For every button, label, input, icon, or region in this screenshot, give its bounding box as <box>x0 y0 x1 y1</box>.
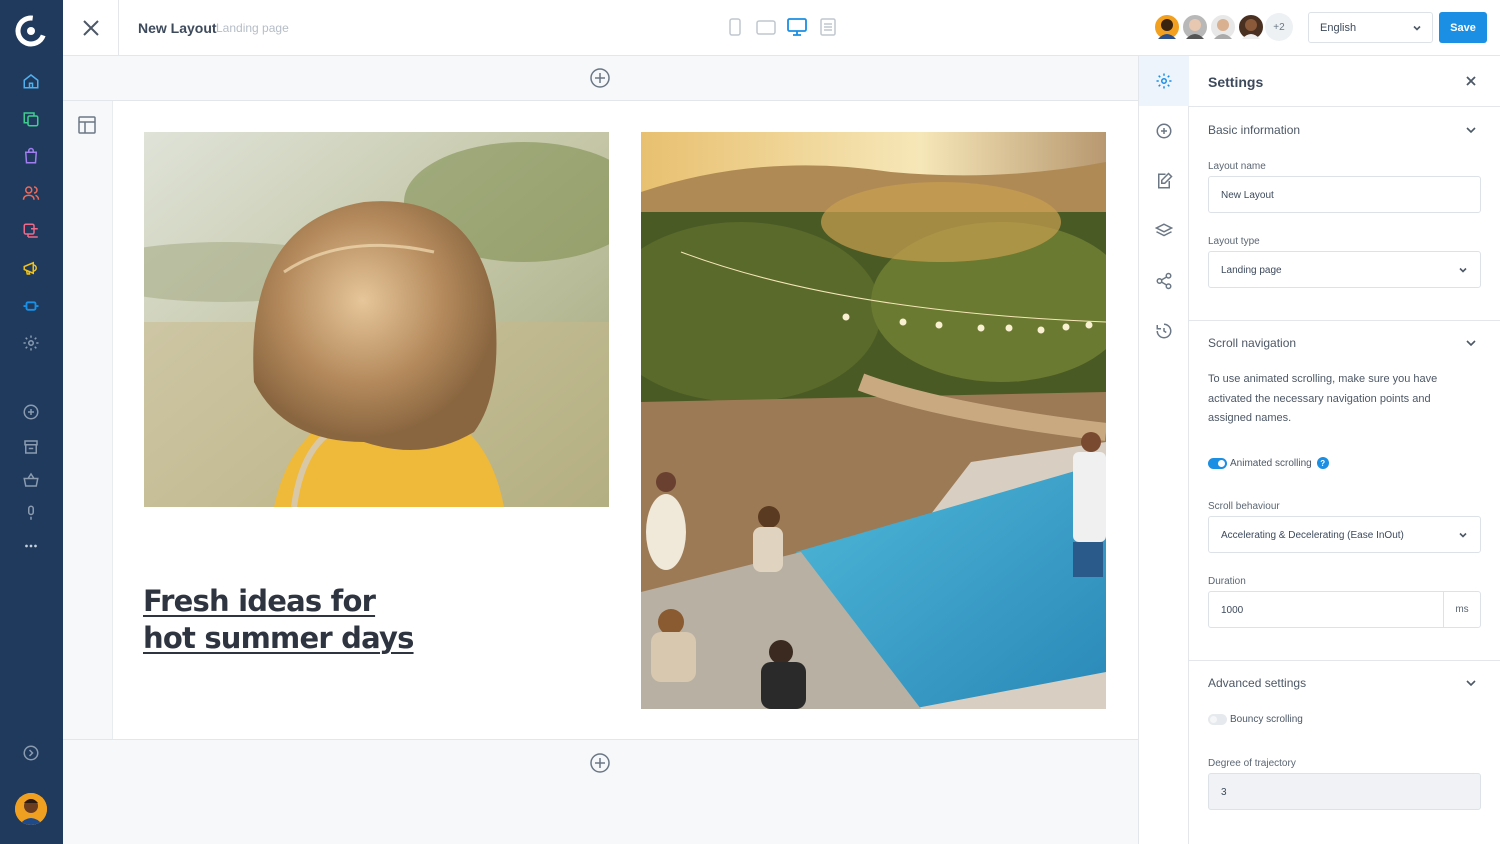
scroll-behaviour-select[interactable]: Accelerating & Decelerating (Ease InOut) <box>1208 516 1481 553</box>
chevron-down-icon <box>1459 532 1467 538</box>
headline-line-2: hot summer days <box>143 621 414 655</box>
trajectory-input: 3 <box>1208 773 1481 810</box>
user-avatar[interactable] <box>15 793 47 825</box>
duration-label: Duration <box>1208 576 1246 587</box>
users-icon[interactable] <box>19 181 43 205</box>
pages-icon[interactable] <box>19 107 43 131</box>
close-editor-button[interactable] <box>63 0 119 55</box>
help-icon[interactable]: ? <box>1316 457 1329 469</box>
shopping-bag-icon[interactable] <box>19 144 43 168</box>
layers-icon <box>1155 223 1173 237</box>
divider <box>1189 320 1500 321</box>
history-icon <box>1156 323 1172 339</box>
layout-type-subtitle: Landing page <box>216 21 289 35</box>
add-circle-icon[interactable] <box>19 400 43 424</box>
collaborator-avatar <box>1237 13 1265 41</box>
main-sidebar <box>0 0 63 844</box>
collaborator-avatar <box>1209 13 1237 41</box>
layout-type-select[interactable]: Landing page <box>1208 251 1481 288</box>
bouncy-scrolling-toggle[interactable] <box>1208 714 1227 725</box>
layers-tab[interactable] <box>1139 206 1189 256</box>
panel-tool-rail <box>1138 56 1189 844</box>
megaphone-icon[interactable] <box>19 256 43 280</box>
scroll-behaviour-value: Accelerating & Decelerating (Ease InOut) <box>1221 530 1404 541</box>
chevron-down-icon[interactable] <box>1465 125 1477 135</box>
divider <box>1189 660 1500 661</box>
animated-scrolling-row: Animated scrolling ? <box>1208 457 1329 469</box>
flow-icon[interactable] <box>19 294 43 318</box>
store-icon[interactable] <box>19 435 43 459</box>
language-select[interactable]: English <box>1308 12 1433 43</box>
scroll-nav-heading[interactable]: Scroll navigation <box>1208 336 1296 350</box>
close-panel-icon[interactable] <box>1464 74 1478 88</box>
divider <box>1189 106 1500 107</box>
chevron-down-icon <box>1413 25 1421 31</box>
expand-sidebar-icon[interactable] <box>19 741 43 765</box>
basket-icon[interactable] <box>19 468 43 492</box>
image-girl-yellow-shirt[interactable] <box>144 132 609 507</box>
edit-icon <box>1158 172 1173 189</box>
collaborator-avatar <box>1181 13 1209 41</box>
save-button[interactable]: Save <box>1439 12 1487 43</box>
scroll-behaviour-label: Scroll behaviour <box>1208 501 1280 512</box>
panel-title: Settings <box>1208 74 1264 90</box>
duration-input[interactable]: 1000 ms <box>1208 591 1481 628</box>
content-section[interactable]: Fresh ideas for hot summer days <box>63 100 1138 740</box>
settings-gear-icon[interactable] <box>19 331 43 355</box>
history-tab[interactable] <box>1139 306 1189 356</box>
language-select-value: English <box>1320 22 1357 34</box>
share-tab[interactable] <box>1139 256 1189 306</box>
animated-scrolling-toggle[interactable] <box>1208 457 1227 469</box>
advanced-settings-heading[interactable]: Advanced settings <box>1208 676 1306 690</box>
scroll-nav-description: To use animated scrolling, make sure you… <box>1208 373 1438 424</box>
bouncy-scrolling-row: Bouncy scrolling <box>1208 714 1303 725</box>
content-list-icon[interactable] <box>19 219 43 243</box>
desktop-view-icon[interactable] <box>786 17 808 37</box>
more-dots-icon[interactable] <box>19 534 43 558</box>
gear-icon <box>1156 73 1172 89</box>
headline-text[interactable]: Fresh ideas for hot summer days <box>143 583 414 657</box>
close-icon <box>82 19 99 36</box>
top-toolbar: New Layout Landing page +2 English Save <box>63 0 1500 56</box>
trajectory-label: Degree of trajectory <box>1208 758 1296 769</box>
layout-type-label: Layout type <box>1208 236 1260 247</box>
duration-unit: ms <box>1443 592 1480 627</box>
layout-name-label: Layout name <box>1208 161 1266 172</box>
layout-icon[interactable] <box>78 116 96 134</box>
chevron-down-icon <box>1459 267 1467 273</box>
image-pool-party[interactable] <box>641 132 1106 709</box>
more-collaborators-badge[interactable]: +2 <box>1265 13 1293 41</box>
trajectory-value: 3 <box>1221 787 1227 798</box>
microphone-icon[interactable] <box>19 501 43 525</box>
settings-tab[interactable] <box>1139 56 1189 106</box>
editor-canvas: Fresh ideas for hot summer days <box>63 56 1138 844</box>
chevron-down-icon[interactable] <box>1465 678 1477 688</box>
layout-title: New Layout <box>138 20 217 36</box>
edit-tab[interactable] <box>1139 156 1189 206</box>
mobile-view-icon[interactable] <box>725 17 745 37</box>
add-element-tab[interactable] <box>1139 106 1189 156</box>
app-logo[interactable] <box>15 15 47 47</box>
add-section-top-icon[interactable] <box>589 67 611 89</box>
tablet-view-icon[interactable] <box>755 17 777 37</box>
share-icon <box>1156 272 1172 290</box>
collaborator-avatar <box>1153 13 1181 41</box>
home-icon[interactable] <box>19 69 43 93</box>
duration-value: 1000 <box>1221 605 1244 616</box>
add-circle-icon <box>1156 123 1172 139</box>
headline-line-1: Fresh ideas for <box>143 584 376 618</box>
bouncy-scrolling-label: Bouncy scrolling <box>1230 714 1303 725</box>
layout-name-value: New Layout <box>1221 190 1274 201</box>
section-rail <box>63 101 113 739</box>
layout-type-value: Landing page <box>1221 265 1282 276</box>
chevron-down-icon[interactable] <box>1465 338 1477 348</box>
basic-info-heading[interactable]: Basic information <box>1208 123 1300 137</box>
animated-scrolling-label: Animated scrolling <box>1230 457 1312 469</box>
document-view-icon[interactable] <box>818 17 838 37</box>
add-section-bottom-icon[interactable] <box>589 752 611 774</box>
layout-name-field[interactable]: New Layout <box>1208 176 1481 213</box>
settings-panel: Settings Basic information Layout name N… <box>1189 56 1500 844</box>
